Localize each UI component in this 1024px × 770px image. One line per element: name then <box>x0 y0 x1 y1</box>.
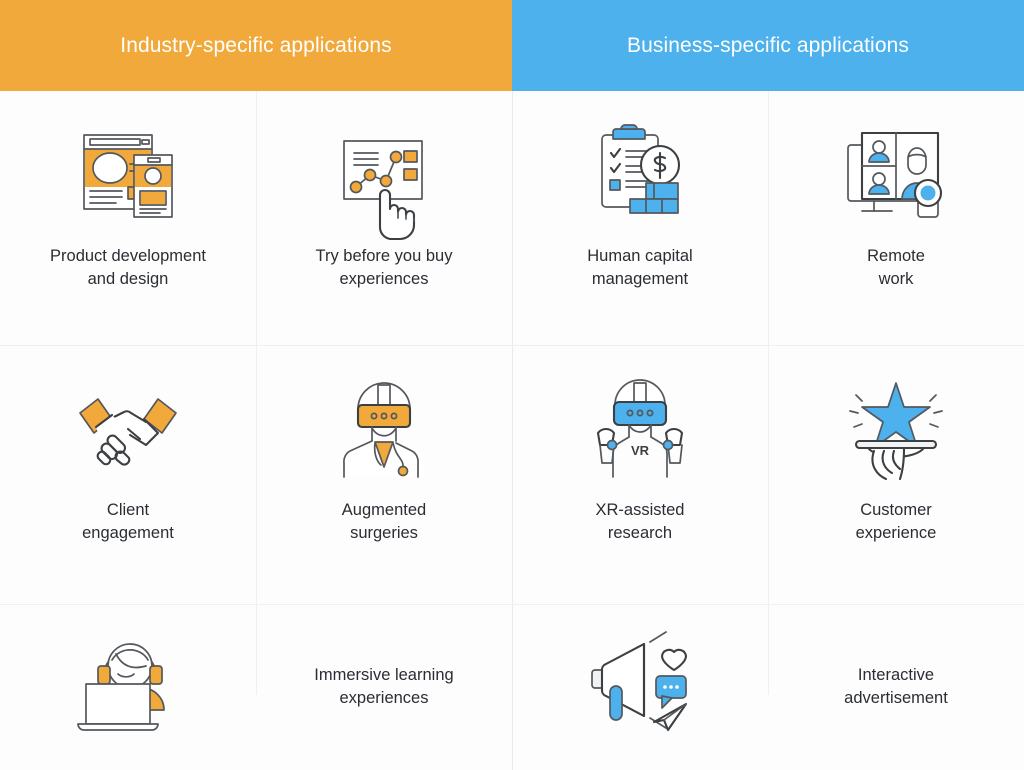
header-business-specific: Business-specific applications <box>512 0 1024 91</box>
cell-try-before-you-buy-experiences[interactable]: Try before you buy experiences <box>256 91 512 345</box>
divider-column-center <box>512 91 513 770</box>
svg-text:VR: VR <box>631 443 650 458</box>
cell-label: Immersive learning experiences <box>314 666 454 707</box>
vr-headset-controllers-icon: VR <box>584 371 696 483</box>
cell-label: Customer experience <box>855 501 937 542</box>
doctor-ar-headset-icon <box>328 371 440 483</box>
cell-label: Try before you buy experiences <box>315 247 453 288</box>
cell-human-capital-management[interactable]: Human capital management <box>512 91 768 345</box>
cell-immersive-learning-icon[interactable] <box>0 604 256 770</box>
headset-laptop-person-icon <box>72 630 184 731</box>
wireframe-screens-icon <box>72 117 184 229</box>
cell-label: Interactive advertisement <box>844 666 948 707</box>
divider-row-2 <box>0 604 1024 605</box>
header-industry-specific: Industry-specific applications <box>0 0 512 91</box>
cell-product-development-and-design[interactable]: Product development and design <box>0 91 256 345</box>
cell-augmented-surgeries[interactable]: Augmented surgeries <box>256 345 512 604</box>
header-industry-label: Industry-specific applications <box>120 33 392 57</box>
applications-grid: Product development and design Try befor… <box>0 91 1024 770</box>
video-call-monitor-icon <box>840 117 952 229</box>
cell-client-engagement[interactable]: Client engagement <box>0 345 256 604</box>
interactive-screen-hand-icon <box>328 117 440 241</box>
cell-label: Human capital management <box>587 247 693 288</box>
cell-label: XR-assisted research <box>595 501 685 542</box>
cell-interactive-advertisement[interactable]: Interactive advertisement <box>768 604 1024 770</box>
cell-xr-assisted-research[interactable]: VR XR-assisted research <box>512 345 768 604</box>
clipboard-coin-icon <box>584 117 696 229</box>
megaphone-social-icon <box>584 630 696 732</box>
header-business-label: Business-specific applications <box>627 33 909 57</box>
cell-remote-work[interactable]: Remote work <box>768 91 1024 345</box>
infographic-board: Industry-specific applications Business-… <box>0 0 1024 770</box>
cell-label: Augmented surgeries <box>341 501 427 542</box>
divider-row-1 <box>0 345 1024 346</box>
cell-interactive-advertisement-icon[interactable] <box>512 604 768 770</box>
header-row: Industry-specific applications Business-… <box>0 0 1024 91</box>
cell-immersive-learning-experiences[interactable]: Immersive learning experiences <box>256 604 512 770</box>
cell-label: Product development and design <box>50 247 206 288</box>
handshake-icon <box>72 371 184 483</box>
hand-tray-star-icon <box>840 371 952 483</box>
cell-customer-experience[interactable]: Customer experience <box>768 345 1024 604</box>
cell-label: Client engagement <box>82 501 174 542</box>
cell-label: Remote work <box>867 247 925 288</box>
